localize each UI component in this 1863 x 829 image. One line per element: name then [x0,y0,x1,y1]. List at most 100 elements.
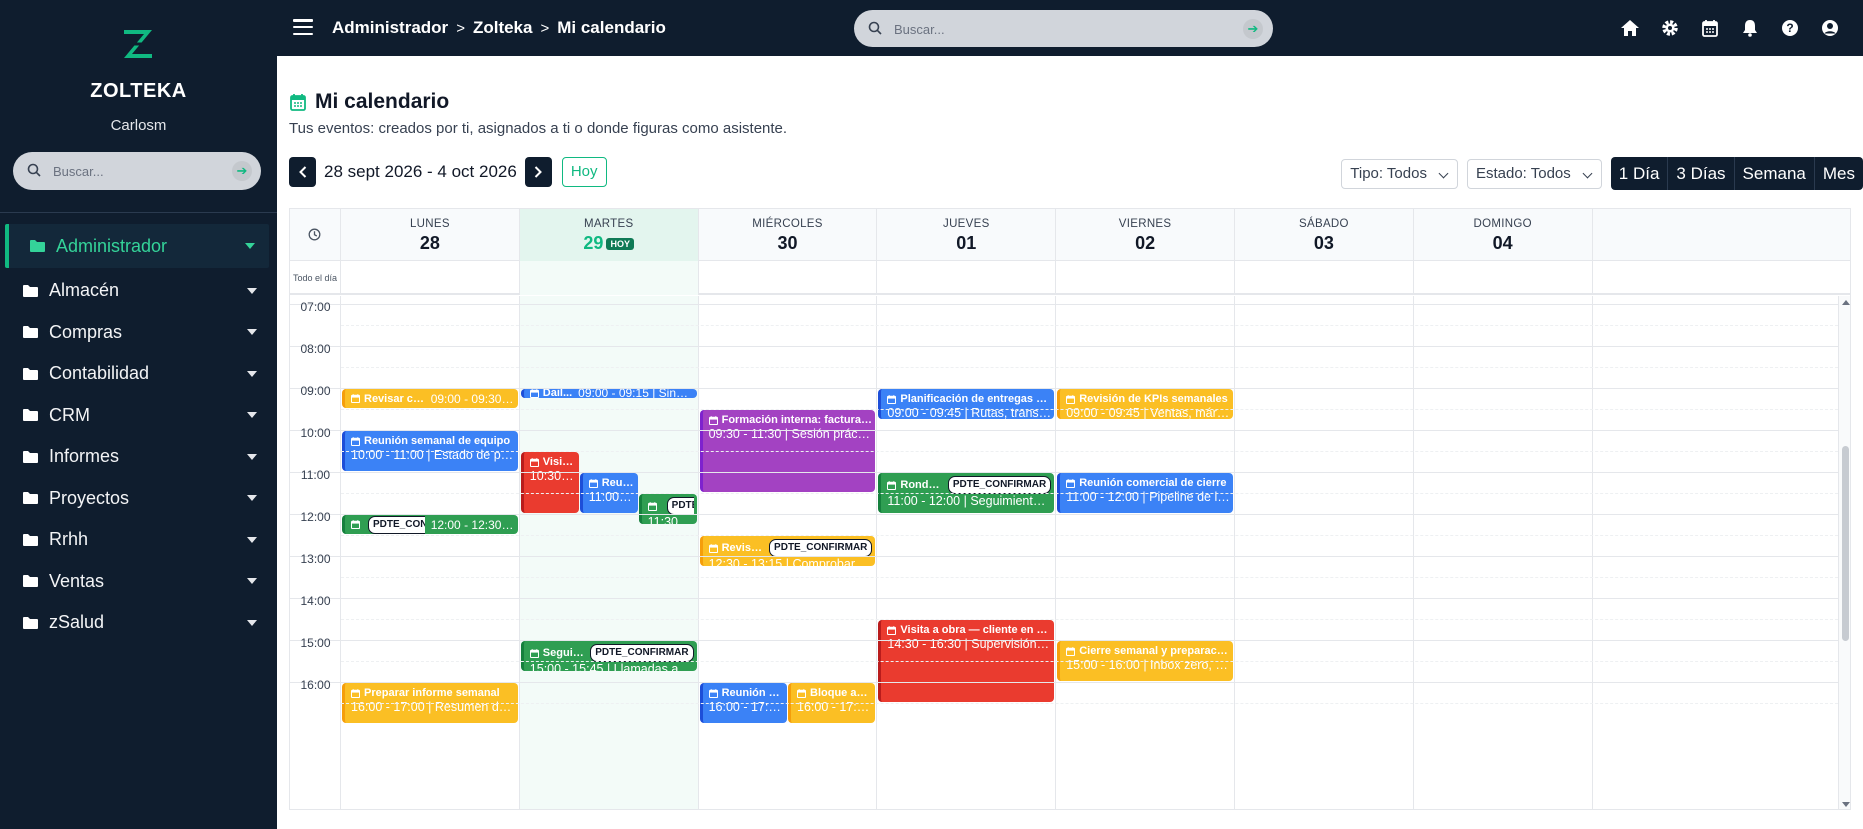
day-header[interactable]: LUNES 28 [341,209,520,261]
calendar-scrollbar[interactable] [1838,296,1850,809]
folder-icon [23,367,38,380]
day-column[interactable] [1414,296,1593,809]
gear-icon[interactable] [1659,17,1681,39]
day-column[interactable] [341,296,520,809]
sidebar-search-input[interactable] [53,161,223,181]
day-header[interactable]: MIÉRCOLES 30 [699,209,878,261]
user-name: Carlosm [110,117,167,134]
day-column[interactable] [877,296,1057,809]
day-column[interactable] [519,296,699,809]
hour-label: 13:00 [300,552,331,566]
scroll-down-icon[interactable] [1842,802,1850,807]
calendar-event[interactable]: Seguimiento ... PDTE_CONFIRMAR15:00 - 15:… [520,641,697,671]
state-filter-select[interactable]: Estado: Todos [1466,158,1602,189]
sidebar-item-administrador[interactable]: Administrador [5,224,269,268]
global-search-input[interactable] [894,19,1224,39]
date-range: 28 sept 2026 - 4 oct 2026 [324,162,517,181]
all-day-cell[interactable] [1056,261,1235,295]
breadcrumb-current: Mi calendario [557,18,666,37]
all-day-cell[interactable] [341,261,520,295]
day-column[interactable] [1235,296,1414,809]
search-icon [868,21,882,35]
type-filter-select[interactable]: Tipo: Todos [1341,158,1458,189]
hour-label: 16:00 [300,678,331,692]
event-calendar-icon [351,520,360,529]
caret-down-icon [247,370,257,377]
calendar-event[interactable]: PDTE_CO11:30 - 12... [638,494,697,524]
menu-toggle-icon[interactable] [293,19,313,36]
day-number-text: 30 [777,233,798,253]
half-hour-line [341,367,1838,368]
calendar-event[interactable]: Revisión de KPIs semanales 09:00 - 09:45 … [1057,389,1233,419]
day-column[interactable] [1056,296,1235,809]
hour-label: 14:00 [300,594,331,608]
calendar-event[interactable]: Dail... 09:00 - 09:15 | Sincronizaci... [520,389,697,398]
half-hour-line [341,493,1838,494]
calendar-event[interactable]: Revisión de s... PDTE_CONFIRMAR12:30 - 13… [699,536,876,566]
view-3-days-button[interactable]: 3 Días [1667,157,1733,190]
page-header: Mi calendario [289,90,449,114]
event-title-row: Cierre semanal y preparación del lu... [1066,644,1230,658]
calendar-icon[interactable] [1699,17,1721,39]
caret-down-icon [245,243,255,249]
zolteka-logo [124,30,152,58]
sidebar-item-compras[interactable]: Compras [0,312,277,354]
sidebar-divider [0,212,277,213]
view-week-button[interactable]: Semana [1733,157,1814,190]
caret-down-icon [247,536,257,543]
today-button[interactable]: Hoy [561,157,607,187]
all-day-cell[interactable] [519,261,699,295]
sidebar-item-proyectos[interactable]: Proyectos [0,478,277,520]
sidebar-item-ventas[interactable]: Ventas [0,561,277,603]
view-1-day-button[interactable]: 1 Día [1611,157,1668,190]
all-day-cell[interactable] [877,261,1057,295]
hour-line [290,640,1838,641]
calendar-event[interactable]: Revisar cor... 09:00 - 09:30 | Ban... [342,389,518,408]
day-header[interactable]: VIERNES 02 [1056,209,1235,261]
day-name: MIÉRCOLES [752,218,823,230]
event-calendar-icon [708,543,718,553]
all-day-cell[interactable] [1414,261,1593,295]
folder-icon [23,492,38,505]
day-name: JUEVES [943,218,990,230]
sidebar-item-almac-n[interactable]: Almacén [0,270,277,312]
sidebar-item-informes[interactable]: Informes [0,436,277,478]
event-title: Visita a obra — cliente en curso [900,624,1052,636]
sidebar-item-rrhh[interactable]: Rrhh [0,519,277,561]
hour-line [290,430,1838,431]
scroll-up-icon[interactable] [1842,300,1850,305]
day-header[interactable]: JUEVES 01 [877,209,1057,261]
user-icon[interactable] [1819,17,1841,39]
caret-down-icon [247,453,257,460]
bell-icon[interactable] [1739,17,1761,39]
breadcrumb-item[interactable]: Administrador [332,18,448,38]
prev-week-button[interactable] [289,157,316,187]
home-icon[interactable] [1619,17,1641,39]
event-title: Planificación de entregas de la sem... [900,393,1051,405]
help-icon[interactable]: ? [1779,17,1801,39]
view-month-button[interactable]: Mes [1813,157,1863,190]
day-header[interactable]: DOMINGO 04 [1414,209,1593,261]
sidebar-item-zsalud[interactable]: zSalud [0,602,277,644]
day-header[interactable]: SÁBADO 03 [1235,209,1414,261]
time-grid[interactable]: Revisar cor... 09:00 - 09:30 | Ban... Reun… [290,296,1850,809]
sidebar-item-crm[interactable]: CRM [0,395,277,437]
event-title-row: Revisión de KPIs semanales [1066,392,1230,406]
day-header[interactable]: MARTES 29 HOY [519,209,699,261]
calendar-event[interactable]: Visita c...10:30 - 1... [520,452,579,513]
sidebar: ZOLTEKA Carlosm ➔ Administrador Almacén Co… [0,0,277,829]
sidebar-item-contabilidad[interactable]: Contabilidad [0,353,277,395]
all-day-cell[interactable] [1235,261,1414,295]
search-go-icon[interactable]: ➔ [1243,19,1263,39]
calendar-icon [290,94,306,111]
calendar-event[interactable]: Planificación de entregas de la sem...09… [878,389,1055,419]
breadcrumb-item[interactable]: Zolteka [473,18,533,38]
sidebar-nav: Administrador Almacén Compras Contabilidad C… [0,224,277,644]
event-title-row: Seguimiento ... PDTE_CONFIRMAR [529,644,694,662]
all-day-cell[interactable] [699,261,878,295]
event-time: 15:00 - 15:45 | Llamadas a cliente... [529,662,694,671]
next-week-button[interactable] [524,157,552,187]
calendar-event[interactable]: PDTE_CONFIRM 12:00 - 12:30 | Co... [342,515,518,534]
search-go-icon[interactable]: ➔ [232,161,252,181]
scrollbar-thumb[interactable] [1842,446,1849,641]
